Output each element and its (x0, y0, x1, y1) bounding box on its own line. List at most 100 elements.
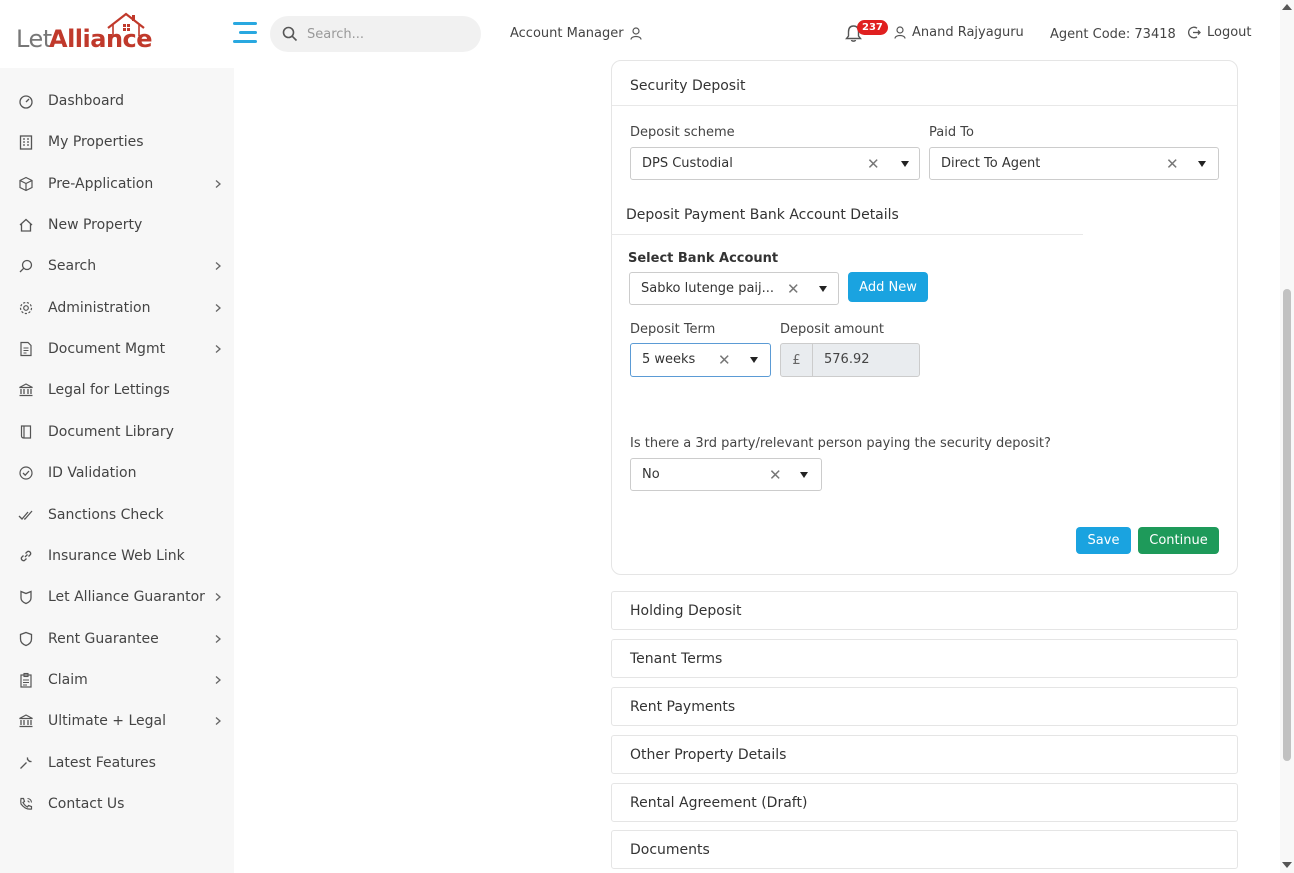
deposit-term-label: Deposit Term (630, 322, 716, 337)
sidebar-item-legal-for-lettings[interactable]: Legal for Lettings (0, 370, 234, 410)
logout-button[interactable]: Logout (1188, 25, 1252, 40)
accordion-label: Documents (630, 842, 710, 858)
sidebar-item-insurance-web-link[interactable]: Insurance Web Link (0, 536, 234, 576)
logout-icon (1188, 26, 1201, 39)
accordion-rent-payments[interactable]: Rent Payments (611, 687, 1238, 726)
accordion-tenant-terms[interactable]: Tenant Terms (611, 639, 1238, 678)
sidebar-item-contact-us[interactable]: Contact Us (0, 784, 234, 824)
accordion-other-property-details[interactable]: Other Property Details (611, 735, 1238, 774)
sidebar-item-document-mgmt[interactable]: Document Mgmt (0, 329, 234, 369)
sidebar-item-search[interactable]: Search (0, 246, 234, 286)
sidebar-item-rent-guarantee[interactable]: Rent Guarantee (0, 619, 234, 659)
link-icon (17, 547, 34, 564)
deposit-amount-value: 576.92 (824, 352, 870, 367)
deposit-scheme-select[interactable]: DPS Custodial ✕ (630, 147, 920, 180)
clipboard-icon (17, 671, 34, 688)
menu-toggle-icon[interactable] (233, 22, 257, 44)
dropdown-caret-icon[interactable] (901, 161, 909, 167)
sidebar-item-new-property[interactable]: New Property (0, 205, 234, 245)
accordion-holding-deposit[interactable]: Holding Deposit (611, 591, 1238, 630)
add-new-button[interactable]: Add New (848, 272, 928, 302)
chevron-right-icon (215, 593, 221, 602)
sidebar-item-label: Let Alliance Guarantor (48, 589, 205, 606)
chevron-right-icon (215, 179, 221, 188)
third-party-question: Is there a 3rd party/relevant person pay… (630, 436, 1051, 451)
global-search (270, 16, 481, 52)
paid-to-label: Paid To (929, 125, 974, 140)
chevron-right-icon (215, 717, 221, 726)
sidebar-item-dashboard[interactable]: Dashboard (0, 81, 234, 121)
sidebar-item-pre-application[interactable]: Pre-Application (0, 164, 234, 204)
pound-prefix: £ (781, 344, 813, 376)
security-deposit-header[interactable]: Security Deposit (612, 61, 1237, 106)
account-manager-link[interactable]: Account Manager (510, 26, 642, 41)
chevron-right-icon (215, 634, 221, 643)
sidebar-item-label: Search (48, 258, 97, 275)
save-button[interactable]: Save (1076, 527, 1131, 554)
third-party-select[interactable]: No ✕ (630, 458, 822, 491)
sidebar-item-let-alliance-guarantor[interactable]: Let Alliance Guarantor (0, 577, 234, 617)
book-icon (17, 423, 34, 440)
accordion-documents[interactable]: Documents (611, 830, 1238, 869)
accordion-label: Other Property Details (630, 747, 787, 763)
dashboard-icon (17, 93, 34, 110)
sidebar-item-label: Contact Us (48, 795, 125, 812)
sidebar-item-label: Dashboard (48, 93, 124, 109)
divider (611, 234, 1083, 235)
deposit-amount-label: Deposit amount (780, 322, 884, 337)
clear-icon[interactable]: ✕ (1166, 155, 1179, 173)
security-deposit-title: Security Deposit (630, 78, 746, 94)
accordion-label: Tenant Terms (630, 651, 723, 667)
notification-badge[interactable]: 237 (857, 20, 888, 35)
shield-outline-icon (17, 630, 34, 647)
scroll-up-icon[interactable] (1282, 4, 1292, 10)
agent-code: Agent Code: 73418 (1050, 27, 1176, 42)
deposit-scheme-label: Deposit scheme (630, 125, 735, 140)
scroll-down-icon[interactable] (1282, 862, 1292, 868)
sidebar-item-ultimate-legal[interactable]: Ultimate + Legal (0, 701, 234, 741)
sidebar-item-claim[interactable]: Claim (0, 660, 234, 700)
sidebar-item-label: New Property (48, 217, 143, 234)
continue-button[interactable]: Continue (1138, 527, 1219, 554)
home-icon (17, 217, 34, 234)
sidebar-item-label: ID Validation (48, 465, 137, 482)
sidebar-item-document-library[interactable]: Document Library (0, 412, 234, 452)
sidebar-item-my-properties[interactable]: My Properties (0, 122, 234, 162)
gear-icon (17, 299, 34, 316)
chevron-right-icon (215, 303, 221, 312)
let-alliance-logo[interactable]: Let Alliance (16, 12, 153, 54)
bank-account-select[interactable]: Sabko lutenge paij... ✕ (629, 272, 839, 305)
sidebar-item-administration[interactable]: Administration (0, 288, 234, 328)
check-circle-icon (17, 465, 34, 482)
sidebar-item-label: Document Mgmt (48, 341, 166, 358)
sidebar-item-id-validation[interactable]: ID Validation (0, 453, 234, 493)
sidebar-item-latest-features[interactable]: Latest Features (0, 743, 234, 783)
chevron-right-icon (215, 675, 221, 684)
user-icon (630, 27, 642, 40)
accordion-rental-agreement-draft[interactable]: Rental Agreement (Draft) (611, 783, 1238, 822)
chevron-right-icon (215, 262, 221, 271)
dropdown-caret-icon[interactable] (1198, 161, 1206, 167)
wrench-icon (17, 754, 34, 771)
user-icon (894, 26, 906, 39)
search-input[interactable] (307, 24, 467, 44)
scrollbar-thumb[interactable] (1283, 289, 1291, 761)
clear-icon[interactable]: ✕ (769, 466, 782, 484)
clear-icon[interactable]: ✕ (867, 155, 880, 173)
dropdown-caret-icon[interactable] (819, 286, 827, 292)
select-bank-label: Select Bank Account (628, 251, 779, 266)
dropdown-caret-icon[interactable] (750, 357, 758, 363)
sidebar-item-label: Claim (48, 671, 88, 688)
clear-icon[interactable]: ✕ (718, 351, 731, 369)
dropdown-caret-icon[interactable] (800, 472, 808, 478)
deposit-term-select[interactable]: 5 weeks ✕ (630, 343, 771, 377)
phone-icon (17, 795, 34, 812)
user-menu[interactable]: Anand Rajyaguru (894, 25, 1024, 40)
sidebar-item-label: Legal for Lettings (48, 382, 170, 399)
sidebar-item-sanctions-check[interactable]: Sanctions Check (0, 495, 234, 535)
shield-icon (17, 589, 34, 606)
document-icon (17, 341, 34, 358)
paid-to-select[interactable]: Direct To Agent ✕ (929, 147, 1219, 180)
building-icon (17, 134, 34, 151)
clear-icon[interactable]: ✕ (787, 280, 800, 298)
